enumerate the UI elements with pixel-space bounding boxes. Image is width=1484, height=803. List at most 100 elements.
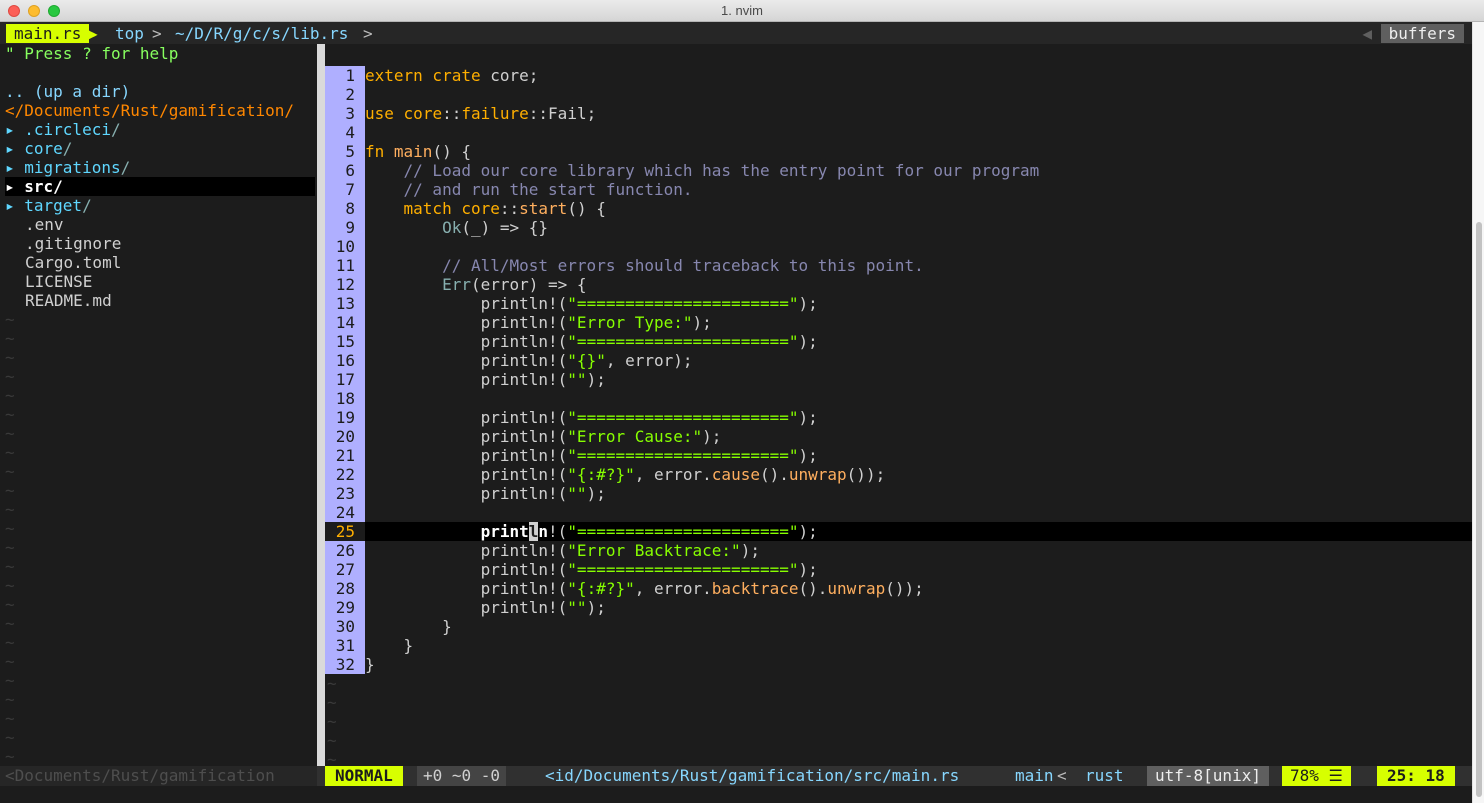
code-line[interactable]: println!("======================"); [365,560,818,579]
code-line[interactable]: println!("Error Cause:"); [365,427,722,446]
code-line[interactable]: Err(error) => { [365,275,587,294]
tree-dir-name: .circleci [24,120,111,139]
tree-file[interactable]: LICENSE [25,272,335,291]
vertical-split-divider[interactable] [317,44,325,784]
empty-line-marker: ~ [5,595,15,614]
code-line[interactable]: println!("======================"); [365,332,818,351]
tree-dir-name: target [24,196,83,215]
tree-dir-circleci[interactable]: ▸ .circleci/ [5,120,315,139]
line-number: 1 [345,66,355,85]
code-line[interactable]: } [365,617,452,636]
line-number: 3 [345,104,355,123]
tree-dir-src[interactable]: ▸ src/ [5,177,315,196]
cursor-position: 25: 18 [1377,766,1455,786]
code-line[interactable]: println!("{}", error); [365,351,693,370]
tab-current-file[interactable]: main.rs [6,24,90,43]
empty-line-marker: ~ [5,728,15,747]
line-number: 26 [335,541,355,560]
terminal-scrollbar[interactable] [1472,22,1484,803]
empty-line-marker: ~ [5,443,15,462]
line-number: 6 [345,161,355,180]
chevron-right-icon: ▶ [88,24,98,43]
code-line[interactable]: } [365,636,414,655]
empty-line-marker: ~ [5,557,15,576]
empty-line-marker: ~ [5,424,15,443]
statusline: NORMAL +0 ~0 -0 <id/Documents/Rust/gamif… [317,766,1472,786]
tree-root-path[interactable]: </Documents/Rust/gamification/ [5,101,315,120]
code-line[interactable]: extern crate core; [365,66,538,85]
git-branch: main [1015,766,1054,785]
line-number: 27 [335,560,355,579]
tree-file[interactable]: .env [25,215,335,234]
code-line[interactable]: println!("Error Type:"); [365,313,712,332]
file-path: <id/Documents/Rust/gamification/src/main… [545,766,960,785]
triangle-right-icon: ▸ [5,139,25,158]
line-number: 10 [335,237,355,256]
code-line[interactable]: match core::start() { [365,199,606,218]
empty-line-marker: ~ [327,712,337,731]
empty-line-marker: ~ [5,576,15,595]
line-number: 19 [335,408,355,427]
code-line[interactable]: println!("{:#?}", error.backtrace().unwr… [365,579,924,598]
code-line[interactable]: println!("{:#?}", error.cause().unwrap()… [365,465,886,484]
empty-line-marker: ~ [5,538,15,557]
scroll-percent-value: 78% [1290,766,1319,785]
code-line[interactable]: } [365,655,375,674]
line-number: 22 [335,465,355,484]
window-titlebar: 1. nvim [0,0,1484,22]
buffers-label[interactable]: buffers [1380,24,1464,43]
tree-file[interactable]: .gitignore [25,234,335,253]
code-line[interactable]: // All/Most errors should traceback to t… [365,256,924,275]
code-line[interactable]: println!("======================"); [365,408,818,427]
code-line[interactable]: println!(""); [365,484,606,503]
line-number: 21 [335,446,355,465]
empty-line-marker: ~ [5,709,15,728]
tree-statusline: <Documents/Rust/gamification [0,766,317,786]
code-line[interactable]: println!("======================"); [365,294,818,313]
line-number: 5 [345,142,355,161]
tree-dir-core[interactable]: ▸ core/ [5,139,315,158]
code-line[interactable]: Ok(_) => {} [365,218,548,237]
line-number: 23 [335,484,355,503]
tabline: main.rs ▶ top > ~/D/R/g/c/s/lib.rs > ◀ b… [0,22,1472,44]
git-hunks: +0 ~0 -0 [417,766,507,786]
line-number: 12 [335,275,355,294]
code-line[interactable]: // Load our core library which has the e… [365,161,1040,180]
tree-file[interactable]: Cargo.toml [25,253,335,272]
empty-line-marker: ~ [5,614,15,633]
chevron-left-icon: ◀ [1362,24,1372,43]
code-line[interactable]: println!(""); [365,370,606,389]
empty-line-marker: ~ [5,310,15,329]
line-number: 7 [345,180,355,199]
chevron-right-icon: > [152,24,162,43]
line-number: 15 [335,332,355,351]
tree-dir-name: migrations [24,158,121,177]
line-number: 18 [335,389,355,408]
line-number: 28 [335,579,355,598]
tree-up-dir[interactable]: .. (up a dir) [5,82,315,101]
code-line[interactable]: fn main() { [365,142,471,161]
empty-line-marker: ~ [5,405,15,424]
code-line[interactable]: // and run the start function. [365,180,693,199]
empty-line-marker: ~ [5,500,15,519]
line-number: 13 [335,294,355,313]
line-number: 11 [335,256,355,275]
code-line[interactable]: println!(""); [365,598,606,617]
scrollbar-thumb[interactable] [1476,222,1482,797]
empty-line-marker: ~ [5,519,15,538]
empty-line-marker: ~ [5,671,15,690]
window-title: 1. nvim [721,3,763,18]
code-line[interactable]: use core::failure::Fail; [365,104,596,123]
triangle-right-icon: ▸ [5,120,25,139]
code-line[interactable]: println!("Error Backtrace:"); [365,541,760,560]
tree-dir-migrations[interactable]: ▸ migrations/ [5,158,315,177]
line-number: 16 [335,351,355,370]
tree-dir-name: src [24,177,54,196]
terminal[interactable]: main.rs ▶ top > ~/D/R/g/c/s/lib.rs > ◀ b… [0,22,1472,803]
tree-file[interactable]: README.md [25,291,335,310]
tree-dir-target[interactable]: ▸ target/ [5,196,315,215]
code-line[interactable]: println!("======================"); [365,522,818,541]
code-line[interactable]: println!("======================"); [365,446,818,465]
editor-pane[interactable]: 1 extern crate core;2 3 use core::failure::… [325,44,1472,784]
empty-line-marker: ~ [327,693,337,712]
